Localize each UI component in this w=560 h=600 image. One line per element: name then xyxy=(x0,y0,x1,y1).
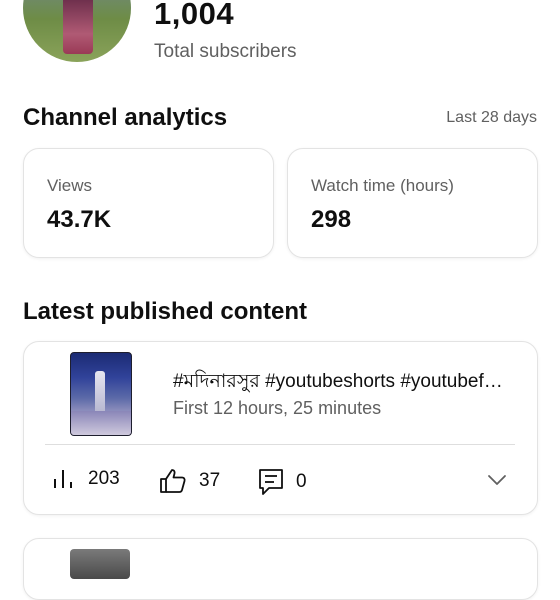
video-performance-period: First 12 hours, 25 minutes xyxy=(173,398,382,418)
comments-count: 0 xyxy=(296,471,307,492)
views-count: 203 xyxy=(88,468,120,489)
video-thumbnail[interactable] xyxy=(70,352,132,436)
comments-stat: 0 xyxy=(258,468,307,496)
views-value: 43.7K xyxy=(47,206,112,233)
likes-stat: 37 xyxy=(159,468,220,494)
likes-count: 37 xyxy=(199,470,221,491)
next-video-card[interactable] xyxy=(23,538,538,600)
thumbs-up-icon xyxy=(160,469,186,493)
subscriber-count: 1,004 xyxy=(154,0,235,31)
channel-avatar[interactable] xyxy=(23,0,131,62)
subscriber-label: Total subscribers xyxy=(154,41,297,62)
avatar-person xyxy=(63,0,93,54)
channel-analytics-title: Channel analytics xyxy=(23,104,228,131)
bar-chart-icon xyxy=(54,470,72,488)
next-video-thumbnail[interactable] xyxy=(70,549,130,579)
thumbnail-ground xyxy=(71,411,131,435)
watch-time-card[interactable]: Watch time (hours) 298 xyxy=(287,148,538,258)
views-stat: 203 xyxy=(52,468,120,490)
watch-time-value: 298 xyxy=(311,206,352,233)
thumbnail-minaret xyxy=(95,371,105,411)
latest-content-title: Latest published content xyxy=(23,298,308,325)
views-card[interactable]: Views 43.7K xyxy=(23,148,274,258)
watch-time-label: Watch time (hours) xyxy=(311,176,454,195)
latest-video-card[interactable]: #মদিনারসুর #youtubeshorts #youtubefeed #… xyxy=(23,341,538,515)
comment-icon xyxy=(259,469,283,495)
video-title[interactable]: #মদিনারসুর #youtubeshorts #youtubefeed #… xyxy=(173,367,513,399)
expand-button[interactable] xyxy=(487,473,507,491)
date-range-label: Last 28 days xyxy=(446,109,537,126)
chevron-down-icon xyxy=(488,475,506,485)
card-divider xyxy=(45,444,515,445)
views-label: Views xyxy=(47,176,93,195)
